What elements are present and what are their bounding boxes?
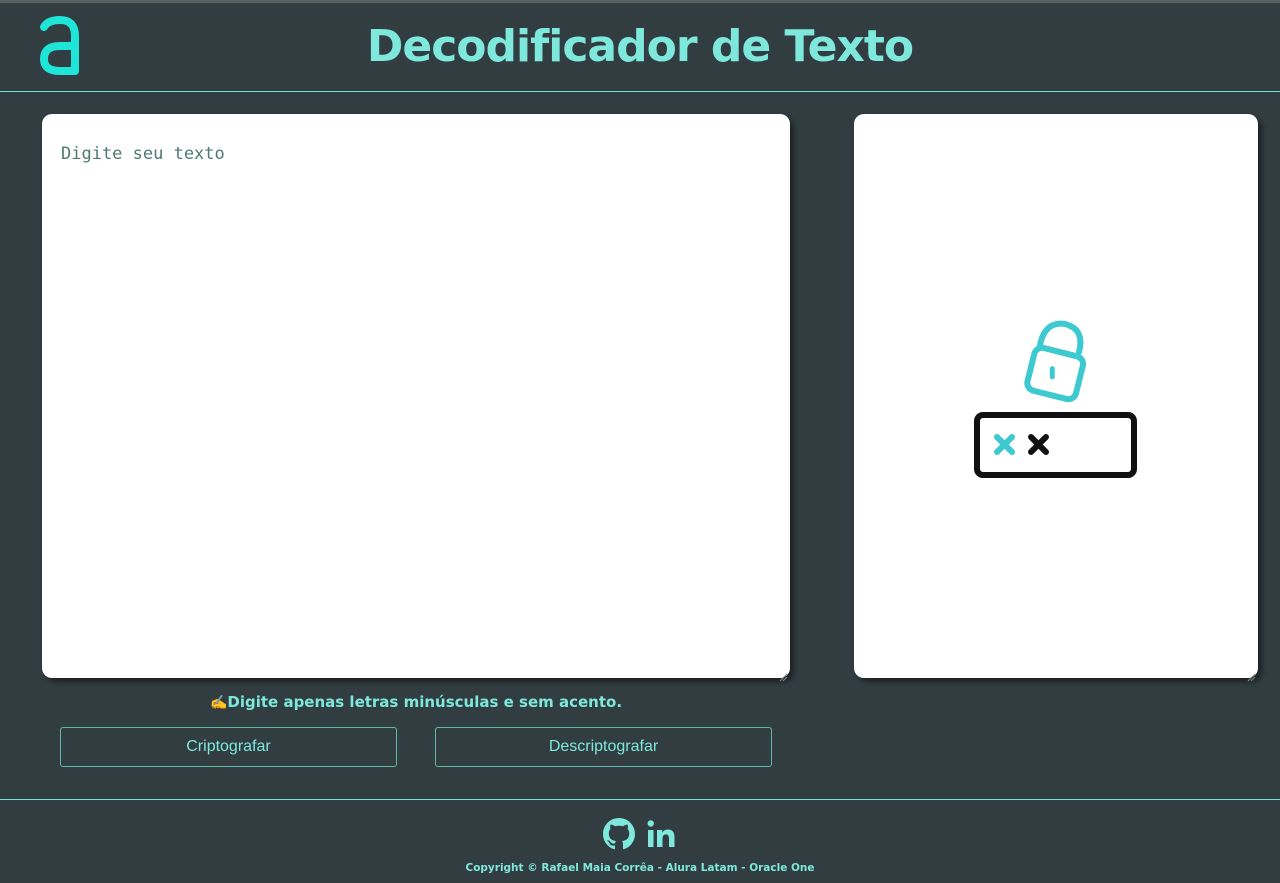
copyright-text: Copyright © Rafael Maia Corrêa - Alura L… (465, 862, 815, 874)
linkedin-icon (645, 820, 677, 854)
writing-hand-icon: ✍️ (209, 695, 228, 711)
page-title: Decodificador de Texto (366, 21, 914, 72)
output-card (854, 114, 1258, 682)
encrypt-button[interactable]: Criptografar (60, 727, 397, 767)
hint-text: Digite apenas letras minúsculas e sem ac… (227, 693, 623, 711)
github-icon (603, 818, 636, 854)
input-card (42, 114, 790, 682)
footer: Copyright © Rafael Maia Corrêa - Alura L… (0, 799, 1280, 883)
linkedin-link[interactable] (645, 818, 677, 854)
decrypt-button[interactable]: Descriptografar (435, 727, 772, 767)
resize-handle-icon[interactable] (779, 667, 788, 682)
social-links (0, 818, 1280, 852)
unlocked-padlock-password-icon (973, 319, 1143, 484)
github-link[interactable] (603, 818, 636, 854)
header: Decodificador de Texto (0, 3, 1280, 92)
resize-handle-icon[interactable] (1247, 667, 1256, 682)
text-input[interactable] (42, 114, 790, 678)
instruction-hint: ✍️Digite apenas letras minúsculas e sem … (42, 691, 790, 714)
page: Decodificador de Texto Digite seu texto … (0, 0, 1280, 883)
